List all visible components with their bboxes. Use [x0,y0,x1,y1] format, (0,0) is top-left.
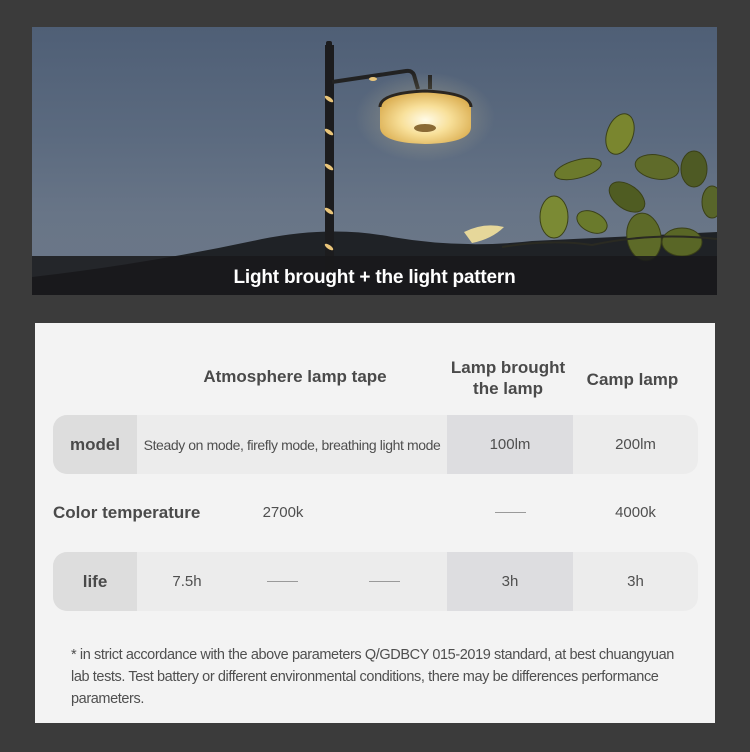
caption-band: Light brought + the light pattern [32,256,717,295]
header-camp-lamp: Camp lamp [586,370,679,389]
cell-life-lamp-brought: 3h [447,552,573,611]
table-row-model: model Steady on mode, firefly mode, brea… [53,415,698,474]
value-life-lamp-brought: 3h [501,573,519,590]
cell-color-atmosphere: 2700k [253,483,313,542]
camp-lamp [380,91,471,144]
hero-photo: Light brought + the light pattern [32,27,717,295]
empty-dash [494,512,526,513]
value-model-atmosphere: Steady on mode, firefly mode, breathing … [143,436,441,453]
cell-model-lamp-brought: 100lm [447,415,573,474]
value-life-atmosphere: 7.5h [172,573,202,590]
backlit-leaf [464,225,504,243]
cell-model-atmosphere: Steady on mode, firefly mode, breathing … [137,415,447,474]
cell-life-atmosphere: 7.5h [137,552,237,611]
row-label-life: life [53,552,137,611]
header-lamp-brought: Lamp brought the lamp [443,357,573,399]
value-life-camp: 3h [627,573,644,590]
cell-life-camp: 3h [573,552,698,611]
footnote: * in strict accordance with the above pa… [71,647,674,707]
hero-caption: Light brought + the light pattern [233,266,516,288]
cell-color-camp: 4000k [573,483,698,542]
cell-color-lamp-brought [447,483,573,542]
header-atmosphere-lamp-tape: Atmosphere lamp tape [203,367,387,386]
row-label-model: model [53,415,137,474]
lamp-scene-illustration [32,41,717,295]
cell-model-camp: 200lm [573,415,698,474]
row-label-color-temperature: Color temperature [53,502,201,522]
empty-dash [368,581,400,582]
value-model-lamp-brought: 100lm [489,436,531,453]
spec-card: Atmosphere lamp tape Lamp brought the la… [35,323,715,723]
header-lamp-brought-line2: the lamp [473,379,543,398]
value-color-atmosphere: 2700k [262,504,304,521]
table-row-color-temperature: Color temperature 2700k 4000k [53,483,698,542]
empty-dash [266,581,298,582]
table-row-life: life 7.5h 3h 3h [53,552,698,611]
value-model-camp: 200lm [615,436,656,453]
cell-life-extra-2 [339,552,429,611]
cell-life-extra-1 [237,552,327,611]
header-lamp-brought-line1: Lamp brought [450,358,566,377]
value-color-camp: 4000k [615,504,656,521]
